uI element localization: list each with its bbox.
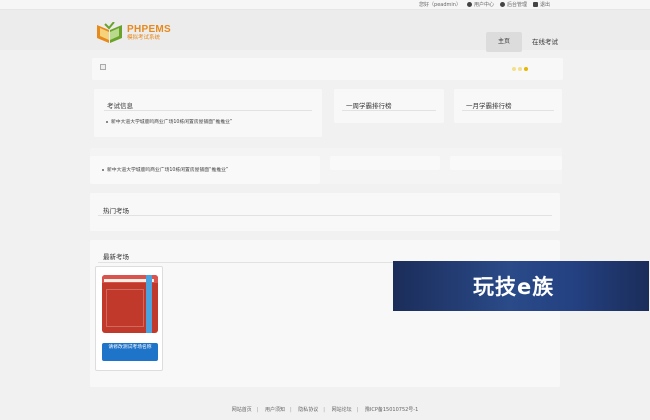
greeting-text: 您好（peadmin） [419, 2, 461, 8]
week-rank-title: 一周学霸排行榜 [346, 102, 392, 110]
watermark-logo: 玩技e族 [393, 261, 649, 311]
footer: 网站首页 | 用户须知 | 隐私协议 | 网站论坛 | 豫ICP备15010752号-1 [231, 407, 419, 413]
list-item[interactable]: 新中大道大学城鹿鸣商业广场10栋闲置房屋铺面“推推业” [102, 166, 228, 173]
top-bar: 您好（peadmin） 用户中心 后台管理 退出 [0, 0, 650, 10]
slider-dots [512, 67, 528, 71]
footer-link-notice[interactable]: 用户须知 [265, 407, 285, 413]
book-logo-icon [96, 21, 123, 44]
admin-link[interactable]: 后台管理 [499, 1, 527, 8]
user-center-label: 用户中心 [473, 2, 494, 8]
hot-exams-panel: 热门考场 [90, 193, 560, 231]
new-exams-title: 最新考场 [103, 253, 129, 261]
exam-card[interactable]: 请修改测试考场名称 [95, 266, 163, 371]
exam-card-button[interactable]: 请修改测试考场名称 [102, 343, 158, 361]
month-rank-title: 一月学霸排行榜 [466, 102, 512, 110]
site-logo[interactable]: PHPEMS 模拟考试系统 [96, 21, 172, 44]
bullet-icon [106, 120, 108, 123]
admin-label: 后台管理 [506, 2, 527, 8]
exam-info-title: 考试信息 [107, 102, 133, 110]
watermark-text: 玩技e族 [473, 275, 555, 299]
month-rank-panel: 一月学霸排行榜 [454, 89, 562, 123]
bullet-icon [102, 168, 104, 171]
slider-dot[interactable] [518, 67, 522, 71]
book-icon [102, 275, 158, 333]
footer-icp: 豫ICP备15010752号-1 [364, 407, 419, 413]
list-item[interactable]: 新中大道大学城鹿鸣商业广场10栋闲置房屋铺面“推推业” [106, 118, 232, 125]
logout-label: 退出 [539, 2, 550, 8]
user-icon [466, 2, 472, 7]
footer-link-home[interactable]: 网站首页 [232, 407, 252, 413]
user-center-link[interactable]: 用户中心 [466, 1, 494, 8]
nav-online-exam[interactable]: 在线考试 [532, 32, 558, 52]
nav-home[interactable]: 主页 [486, 32, 522, 52]
slider-dot-active[interactable] [524, 67, 528, 71]
news-link: 新中大道大学城鹿鸣商业广场10栋闲置房屋铺面“推推业” [111, 120, 233, 125]
lock-icon [532, 2, 538, 7]
gear-icon [499, 2, 505, 7]
hot-exams-title: 热门考场 [103, 207, 129, 215]
news-link: 新中大道大学城鹿鸣商业广场10栋闲置房屋铺面“推推业” [107, 168, 229, 173]
exam-info-panel: 考试信息 新中大道大学城鹿鸣商业广场10栋闲置房屋铺面“推推业” [94, 89, 322, 137]
main-nav: 主页 在线考试 [486, 32, 558, 52]
header: PHPEMS 模拟考试系统 主页 在线考试 [0, 10, 650, 52]
week-rank-panel: 一周学霸排行榜 [334, 89, 444, 123]
logo-title: PHPEMS [127, 24, 172, 35]
slider-dot[interactable] [512, 67, 516, 71]
banner-slider [92, 58, 563, 80]
broken-image-icon [100, 64, 106, 70]
top-links: 您好（peadmin） 用户中心 后台管理 退出 [419, 1, 550, 8]
logo-subtitle: 模拟考试系统 [127, 35, 161, 41]
secondary-news-panel: 新中大道大学城鹿鸣商业广场10栋闲置房屋铺面“推推业” [90, 148, 562, 184]
footer-link-privacy[interactable]: 隐私协议 [298, 407, 318, 413]
footer-link-forum[interactable]: 网站论坛 [332, 407, 352, 413]
logout-link[interactable]: 退出 [532, 1, 550, 8]
